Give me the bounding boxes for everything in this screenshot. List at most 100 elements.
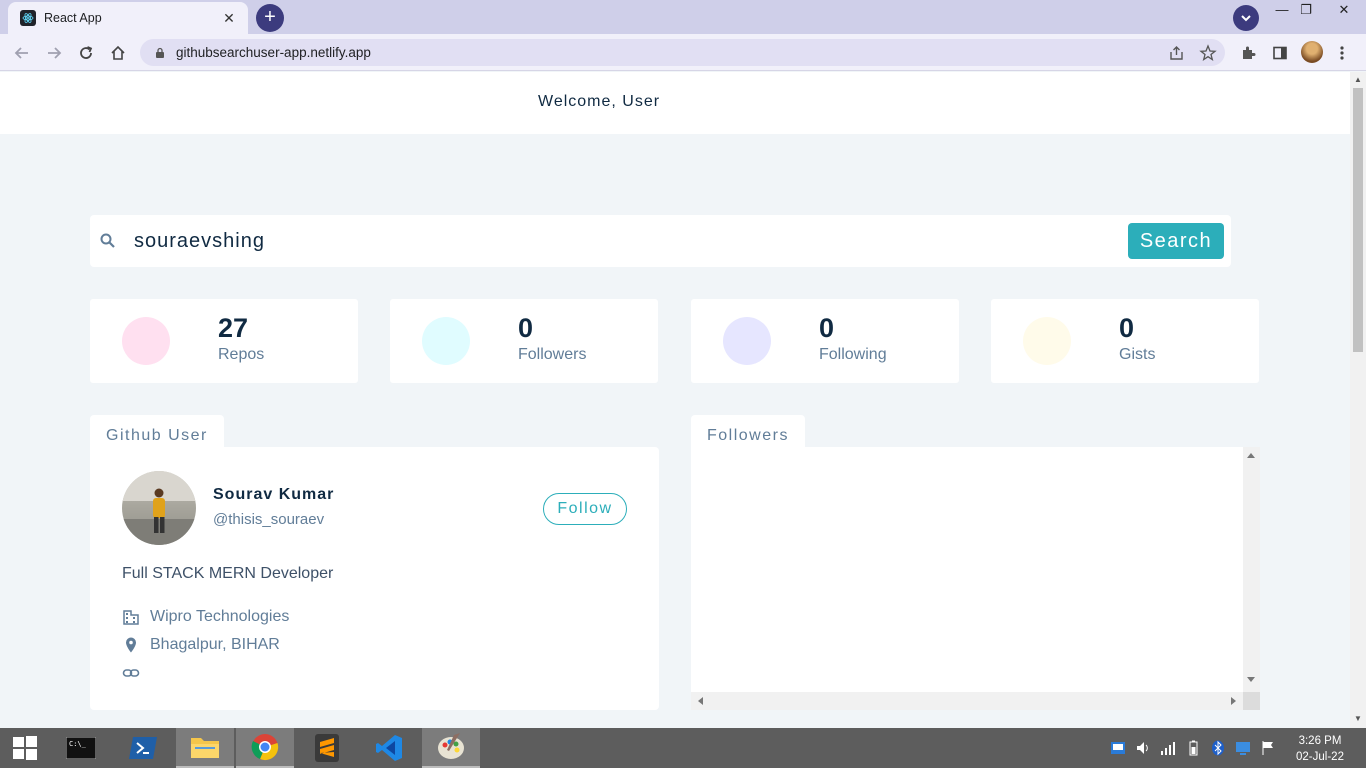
restore-window-button[interactable]: ❐ [1291, 0, 1321, 22]
scroll-left-icon[interactable] [697, 697, 703, 705]
scroll-right-icon[interactable] [1231, 697, 1237, 705]
stat-card-repos: 27 Repos [90, 299, 358, 383]
system-tray [1110, 740, 1276, 756]
building-icon [123, 610, 139, 625]
clock[interactable]: 3:26 PM 02-Jul-22 [1290, 733, 1350, 765]
clock-time: 3:26 PM [1298, 735, 1342, 747]
arrow-right-icon [48, 47, 62, 59]
close-window-button[interactable]: ✕ [1322, 0, 1366, 22]
following-icon [723, 317, 771, 365]
powershell-icon [129, 737, 157, 759]
reload-button[interactable] [74, 41, 98, 65]
sublime-text-icon [315, 734, 339, 762]
share-icon[interactable] [1168, 44, 1186, 62]
taskbar-cmd[interactable]: C:\_ [52, 728, 110, 768]
url-text: githubsearchuser-app.netlify.app [176, 45, 371, 60]
search-input[interactable] [134, 225, 1114, 257]
followers-icon [422, 317, 470, 365]
stat-label: Following [819, 346, 887, 363]
github-user-tab-label: Github User [90, 415, 224, 449]
link-icon[interactable] [122, 664, 140, 682]
windows-logo-icon [13, 736, 37, 760]
followers-horizontal-scrollbar[interactable] [691, 692, 1243, 710]
stat-value: 0 [518, 313, 534, 343]
scroll-down-icon[interactable]: ▼ [1354, 714, 1362, 723]
signal-icon[interactable] [1160, 740, 1176, 756]
scrollbar-thumb[interactable] [1353, 88, 1363, 352]
arrow-left-icon [14, 47, 28, 59]
github-user-card: Sourav Kumar @thisis_souraev Follow Full… [90, 447, 659, 710]
scrollbar-corner [1243, 692, 1260, 710]
browser-menu-button[interactable] [1332, 43, 1352, 63]
home-button[interactable] [106, 41, 130, 65]
blog-link-row[interactable] [122, 664, 150, 682]
stat-card-following: 0 Following [691, 299, 959, 383]
forward-button[interactable] [42, 41, 66, 65]
command-prompt-icon: C:\_ [66, 737, 96, 759]
taskbar-powershell[interactable] [114, 728, 172, 768]
company-text: Wipro Technologies [150, 608, 290, 625]
stat-card-gists: 0 Gists [991, 299, 1259, 383]
user-bio: Full STACK MERN Developer [122, 565, 334, 582]
followers-tab-label: Followers [691, 415, 805, 449]
search-form: Search [90, 215, 1231, 267]
followers-vertical-scrollbar[interactable] [1243, 447, 1260, 692]
profile-avatar[interactable] [1301, 41, 1323, 63]
bookmark-star-icon[interactable] [1199, 44, 1217, 62]
location-pin-icon [126, 637, 136, 653]
taskbar-file-explorer[interactable] [176, 728, 234, 768]
back-button[interactable] [10, 41, 34, 65]
scroll-down-icon[interactable] [1247, 677, 1255, 683]
start-button[interactable] [0, 728, 50, 768]
scroll-up-icon[interactable] [1247, 452, 1255, 458]
search-button[interactable]: Search [1128, 223, 1224, 259]
vscode-icon [376, 735, 402, 761]
extensions-button[interactable] [1238, 43, 1258, 63]
page-content: Welcome, User Search 27 Repos 0 Follower… [0, 72, 1350, 728]
clock-date: 02-Jul-22 [1296, 751, 1344, 763]
side-panel-button[interactable] [1270, 43, 1290, 63]
followers-list[interactable] [691, 447, 1260, 710]
battery-icon[interactable] [1185, 740, 1201, 756]
display-icon[interactable] [1235, 740, 1251, 756]
repos-icon [122, 317, 170, 365]
tab-search-button[interactable] [1233, 5, 1259, 31]
stat-value: 0 [819, 313, 835, 343]
follow-button[interactable]: Follow [543, 493, 627, 525]
taskbar-vscode[interactable] [360, 728, 418, 768]
tab-close-icon[interactable]: ✕ [220, 10, 238, 27]
user-handle: @thisis_souraev [213, 511, 325, 528]
home-icon [111, 45, 125, 60]
puzzle-icon [1243, 46, 1256, 59]
folder-icon [191, 738, 219, 758]
scroll-up-icon[interactable]: ▲ [1354, 75, 1362, 84]
stat-card-followers: 0 Followers [390, 299, 658, 383]
browser-tab-strip: React App ✕ + — ❐ ✕ [0, 0, 1366, 34]
chevron-down-icon [1241, 15, 1251, 22]
page-scrollbar[interactable]: ▲ ▼ [1350, 72, 1366, 728]
flag-icon[interactable] [1260, 740, 1276, 756]
address-bar[interactable]: githubsearchuser-app.netlify.app [140, 39, 1225, 66]
side-panel-icon [1273, 46, 1287, 60]
react-icon [20, 10, 36, 26]
windows-taskbar: C:\_ 3:26 PM 02-Jul-22 [0, 728, 1366, 768]
browser-tab[interactable]: React App ✕ [8, 2, 248, 34]
stat-value: 27 [218, 313, 249, 343]
user-avatar [122, 471, 196, 545]
taskbar-chrome[interactable] [236, 728, 294, 768]
location-text: Bhagalpur, BIHAR [150, 636, 280, 653]
volume-icon[interactable] [1135, 740, 1151, 756]
search-icon [100, 233, 115, 248]
new-tab-button[interactable]: + [256, 4, 284, 32]
stat-value: 0 [1119, 313, 1135, 343]
bluetooth-icon[interactable] [1210, 740, 1226, 756]
network-share-icon[interactable] [1110, 740, 1126, 756]
navbar: Welcome, User [0, 72, 1350, 134]
taskbar-sublime[interactable] [298, 728, 356, 768]
chrome-icon [251, 734, 279, 761]
location-row: Bhagalpur, BIHAR [122, 636, 280, 654]
stat-label: Followers [518, 346, 587, 363]
paint-palette-icon [438, 733, 464, 759]
gists-icon [1023, 317, 1071, 365]
taskbar-paint[interactable] [422, 728, 480, 768]
